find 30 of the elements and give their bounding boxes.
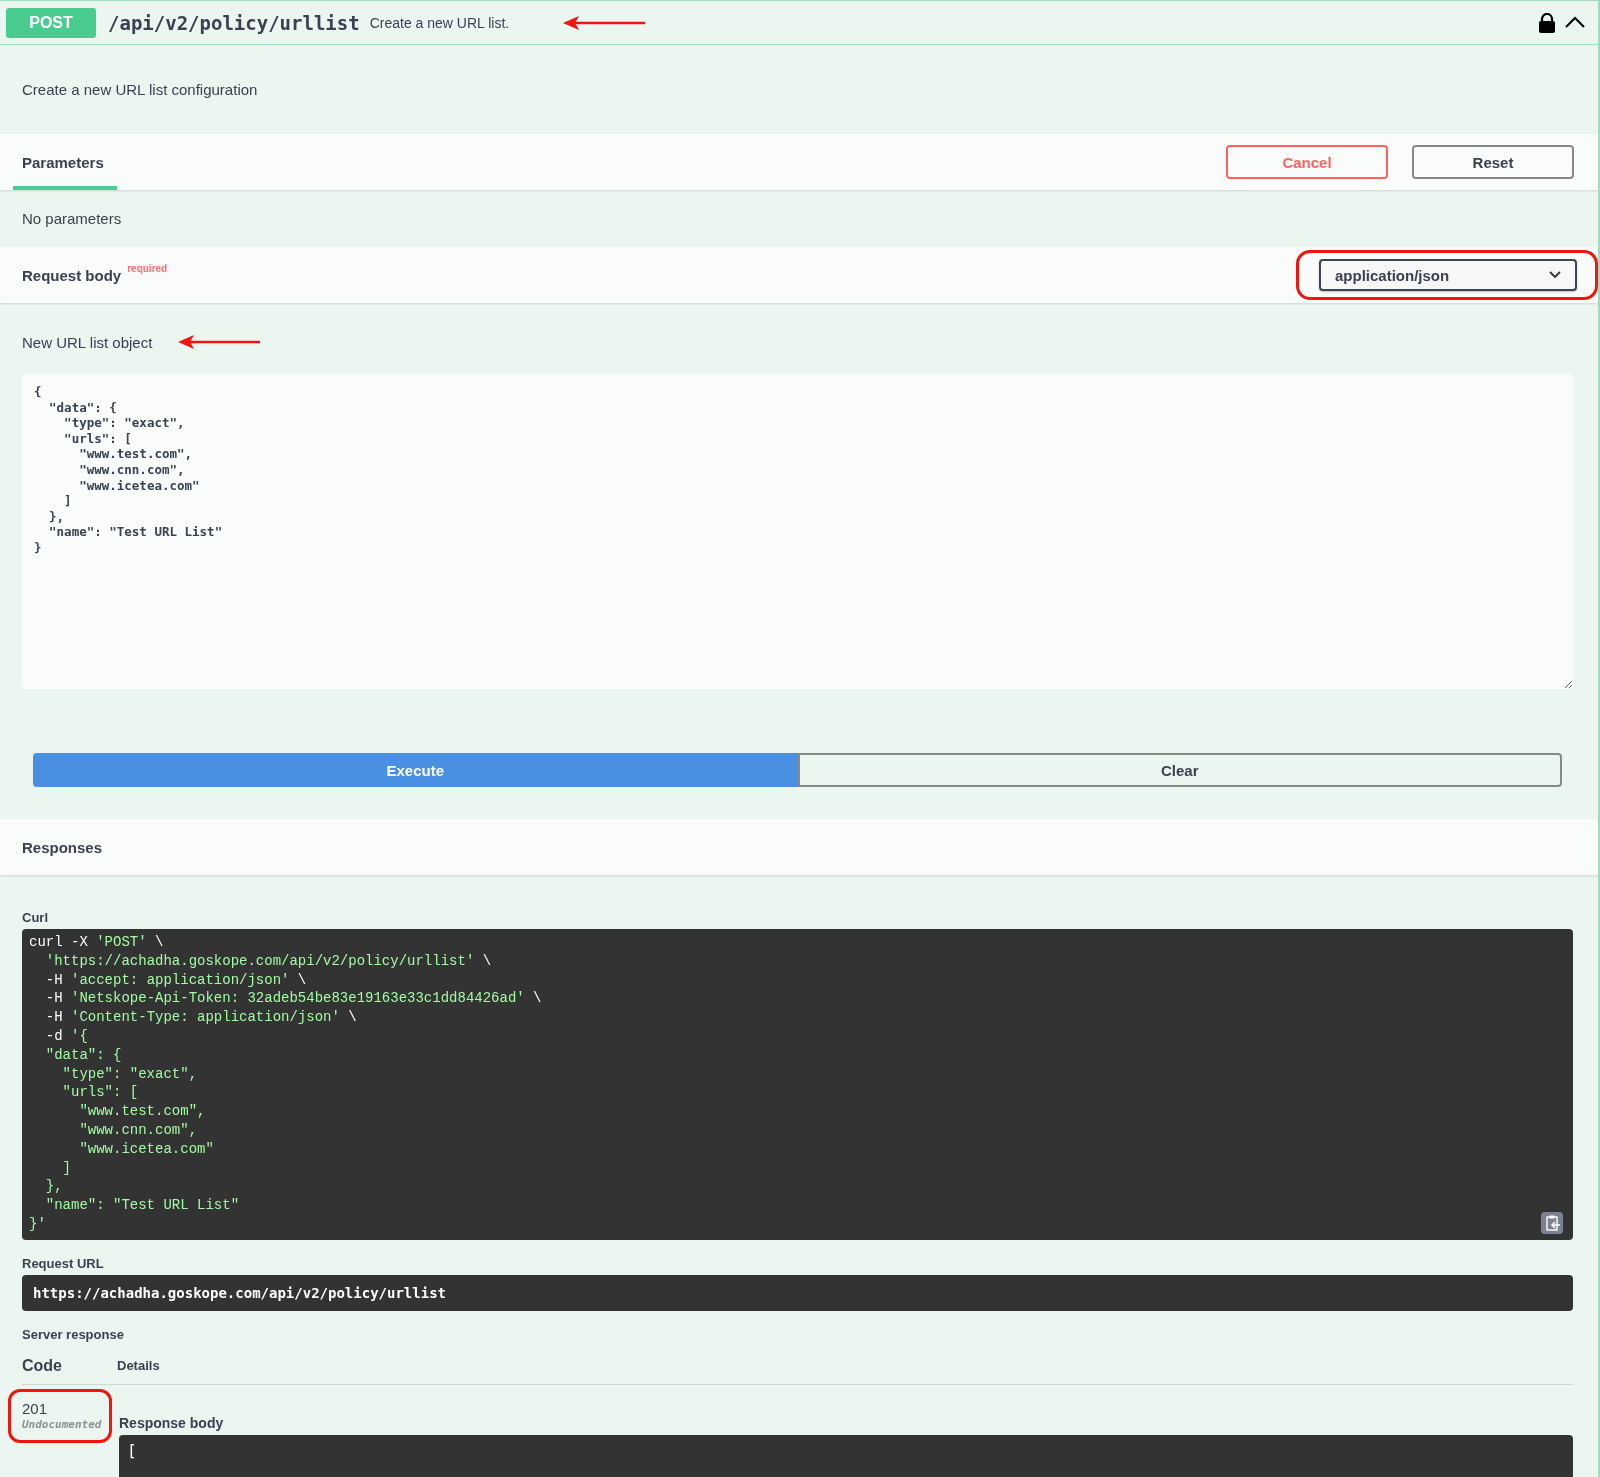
clear-button[interactable]: Clear bbox=[797, 753, 1562, 787]
status-note: Undocumented bbox=[22, 1416, 103, 1432]
reset-button[interactable]: Reset bbox=[1412, 145, 1574, 179]
content-type-select[interactable]: application/json bbox=[1319, 259, 1577, 291]
status-code: 201 bbox=[22, 1399, 49, 1417]
column-header: Details bbox=[117, 1358, 160, 1374]
parameters-tab[interactable]: Parameters bbox=[13, 138, 117, 190]
required-label: required bbox=[127, 263, 168, 274]
endpoint-path: /api/v2/policy/urllist bbox=[108, 11, 360, 34]
request-body-editor[interactable]: { "data": { "type": "exact", "urls": [ "www.test.com", "www.cnn.com", "www.icetea.com" ] }, "name": "Test URL List" } bbox=[22, 374, 1573, 689]
response-body: [ bbox=[119, 1434, 1573, 1477]
server-response-label: Server response bbox=[22, 1326, 125, 1342]
lock-icon[interactable] bbox=[1538, 12, 1556, 33]
chevron-up-icon[interactable] bbox=[1564, 15, 1586, 30]
request-url-label: Request URL bbox=[22, 1255, 105, 1271]
body-description: New URL list object bbox=[22, 333, 153, 351]
request-body-title: Request body bbox=[22, 266, 122, 284]
column-header: Code bbox=[22, 1356, 63, 1375]
response-body-label: Response body bbox=[119, 1414, 225, 1431]
responses-title: Responses bbox=[22, 838, 103, 856]
no-parameters-text: No parameters bbox=[22, 210, 122, 227]
caret-icon bbox=[1549, 271, 1561, 279]
curl-command: curl -X 'POST' \ 'https://achadha.goskope.com/api/v2/policy/urllist' \ -H 'accept: application/json' \ -H 'Netskope-Api-Token: 32adeb54be83e19163e33c1dd84426ad' \ -H 'Content-Type: application/json' \ -d '{ "data": { "type": "exact", "urls": [ "www.test.com", "www.cnn.com", "www.icetea.com" ] }, "name": "Test URL List" }' bbox=[22, 929, 1573, 1240]
copy-icon[interactable] bbox=[1541, 1211, 1563, 1234]
curl-label: Curl bbox=[22, 910, 49, 925]
operation-description: Create a new URL list configuration bbox=[22, 81, 258, 98]
method-badge: POST bbox=[6, 7, 96, 38]
request-url: https://achadha.goskope.com/api/v2/policy/urllist bbox=[22, 1274, 1573, 1311]
operation-header[interactable]: POST /api/v2/policy/urllist Create a new URL list. bbox=[0, 0, 1598, 45]
endpoint-summary: Create a new URL list. bbox=[369, 14, 510, 31]
